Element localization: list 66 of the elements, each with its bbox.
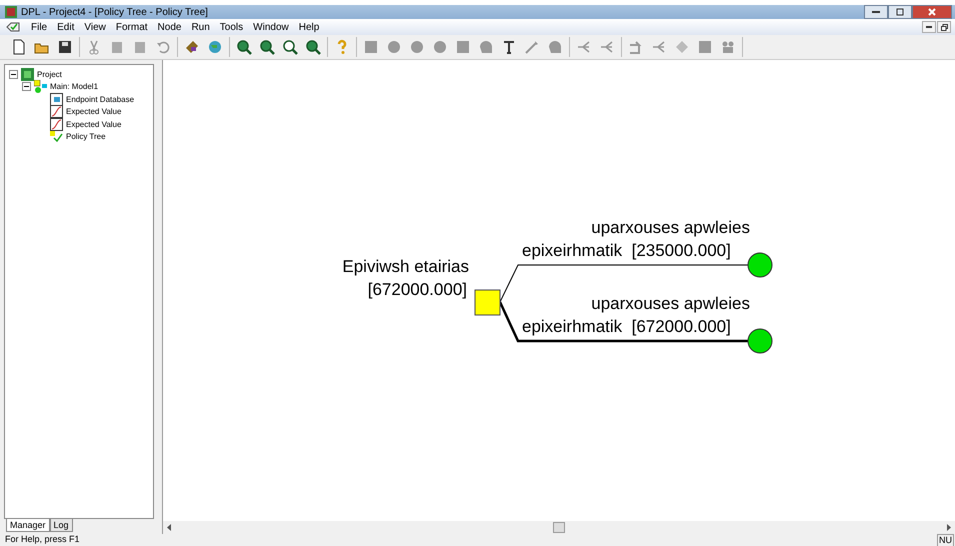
menu-item[interactable]: Tools — [214, 22, 248, 32]
status-indicator: NU — [937, 534, 954, 546]
branch-value: epixeirhmatik [235000.000] — [522, 241, 731, 261]
minimize-icon — [926, 26, 932, 28]
square-icon[interactable] — [362, 38, 380, 56]
circle-icon[interactable] — [408, 38, 426, 56]
restore-icon — [940, 24, 948, 30]
square-icon[interactable] — [454, 38, 472, 56]
menu-item[interactable]: Format — [110, 22, 153, 32]
zoom-in-icon[interactable] — [235, 38, 253, 56]
window-title: DPL - Project4 - [Policy Tree - Policy Tree] — [21, 6, 208, 18]
tree-item[interactable]: Policy Tree — [66, 132, 106, 142]
policy-tree-icon — [50, 130, 63, 144]
decision-node[interactable] — [474, 290, 500, 316]
zoom-out-icon[interactable] — [258, 38, 276, 56]
node-value: [672000.000] — [368, 280, 467, 300]
circle-icon[interactable] — [431, 38, 449, 56]
tree-item[interactable]: Project — [37, 70, 62, 79]
endpoint-node[interactable] — [748, 252, 772, 278]
collapse-icon[interactable] — [22, 82, 31, 92]
scroll-left-icon[interactable] — [166, 524, 172, 531]
close-button[interactable] — [912, 5, 952, 19]
branch-label: uparxouses apwleies — [591, 294, 750, 314]
zoom-icon[interactable] — [281, 38, 299, 56]
menu-item[interactable]: Run — [186, 22, 215, 32]
tree-item[interactable]: Expected Value — [66, 107, 122, 116]
document-icon — [6, 21, 20, 33]
tree-item[interactable]: Endpoint Database — [66, 94, 134, 104]
branch-value: epixeirhmatik [672000.000] — [522, 317, 731, 337]
project-icon — [21, 68, 34, 81]
chart-icon — [50, 105, 63, 118]
tree-item[interactable]: Expected Value — [66, 120, 122, 129]
database-icon — [50, 92, 63, 106]
status-text: For Help, press F1 — [5, 534, 80, 545]
square-icon[interactable] — [696, 38, 714, 56]
zoom-icon[interactable] — [304, 38, 322, 56]
blob-icon[interactable] — [546, 38, 564, 56]
pen-icon[interactable] — [523, 38, 541, 56]
scroll-right-icon[interactable] — [946, 524, 952, 531]
close-icon — [928, 8, 936, 16]
panel-tab[interactable]: Manager — [6, 519, 50, 532]
tree-item[interactable]: Main: Model1 — [50, 82, 98, 92]
minimize-button[interactable] — [864, 5, 888, 19]
menu-item[interactable]: File — [26, 22, 52, 32]
menu-item[interactable]: Window — [248, 22, 294, 32]
maximize-icon — [896, 8, 904, 16]
node-label: Epiviwsh etairias — [342, 257, 469, 277]
blob-icon[interactable] — [477, 38, 495, 56]
chart-icon — [50, 118, 63, 131]
collapse-icon[interactable] — [9, 70, 18, 79]
menu-item[interactable]: Help — [294, 22, 324, 32]
menu-item[interactable]: View — [79, 22, 111, 32]
endpoint-node[interactable] — [748, 328, 772, 354]
maximize-button[interactable] — [888, 5, 912, 19]
restore-button[interactable] — [937, 21, 951, 33]
branch-label: uparxouses apwleies — [591, 218, 750, 238]
minimize-button[interactable] — [922, 21, 936, 33]
menu-item[interactable]: Edit — [52, 22, 80, 32]
app-icon — [5, 6, 17, 18]
scrollbar-thumb[interactable] — [553, 522, 565, 533]
circle-icon[interactable] — [385, 38, 403, 56]
menu-item[interactable]: Node — [152, 22, 186, 32]
globe-icon[interactable] — [206, 38, 224, 56]
minimize-icon — [872, 10, 880, 14]
model-icon — [34, 80, 47, 94]
panel-tab[interactable]: Log — [50, 519, 73, 532]
